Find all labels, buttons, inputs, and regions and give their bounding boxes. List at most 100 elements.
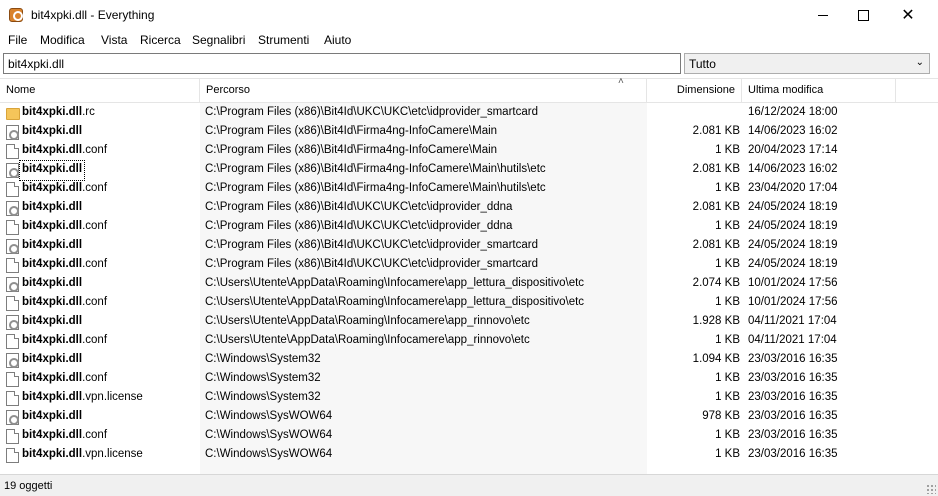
file-size	[647, 104, 740, 123]
file-modified: 23/03/2016 16:35	[748, 391, 838, 403]
menu-strumenti[interactable]: Strumenti	[258, 31, 309, 47]
file-name-match: bit4xpki.dll	[22, 144, 83, 156]
file-modified: 24/05/2024 18:19	[748, 201, 838, 213]
dll-icon	[6, 125, 19, 140]
file-name-match: bit4xpki.dll	[22, 125, 83, 137]
file-name-extension: .conf	[82, 144, 108, 156]
file-name: bit4xpki.dll.conf	[22, 180, 107, 199]
file-modified: 23/03/2016 16:35	[748, 429, 838, 441]
file-name: bit4xpki.dll	[22, 237, 82, 256]
result-row[interactable]: bit4xpki.dll.conf C:\Program Files (x86)\…	[0, 180, 938, 199]
file-size: 2.074 KB	[692, 277, 740, 289]
file-name-extension: .conf	[82, 429, 108, 441]
column-header-modified[interactable]: Ultima modifica	[742, 79, 896, 103]
search-row: Tutto ⌄	[0, 51, 938, 77]
menu-aiuto[interactable]: Aiuto	[324, 31, 351, 47]
file-name: bit4xpki.dll	[22, 351, 82, 370]
file-name: bit4xpki.dll.conf	[22, 142, 107, 161]
column-header-size[interactable]: Dimensione	[647, 79, 742, 103]
file-modified: 10/01/2024 17:56	[748, 296, 838, 308]
close-button[interactable]: ✕	[885, 0, 931, 31]
column-header-path[interactable]: Percorso ˄	[200, 76, 647, 103]
file-name: bit4xpki.dll.conf	[22, 427, 107, 446]
file-name: bit4xpki.dll	[22, 123, 82, 142]
result-row[interactable]: bit4xpki.dll.vpn.license C:\Windows\Syste…	[0, 389, 938, 408]
result-row[interactable]: bit4xpki.dll C:\Users\Utente\AppData\Roam…	[0, 275, 938, 294]
column-header-name[interactable]: Nome	[0, 79, 200, 103]
file-path: C:\Users\Utente\AppData\Roaming\Infocame…	[205, 315, 530, 327]
file-name-match: bit4xpki.dll	[22, 334, 83, 346]
close-icon: ✕	[901, 6, 915, 24]
file-size: 1 KB	[715, 220, 740, 232]
menu-file[interactable]: File	[8, 31, 27, 47]
file-name-extension: .rc	[82, 106, 95, 118]
file-name: bit4xpki.dll	[22, 199, 82, 218]
file-name-match: bit4xpki.dll	[22, 201, 83, 213]
menu-vista[interactable]: Vista	[101, 31, 127, 47]
file-icon	[6, 296, 19, 311]
file-name-match: bit4xpki.dll	[22, 106, 83, 118]
result-row[interactable]: bit4xpki.dll.conf C:\Program Files (x86)\…	[0, 218, 938, 237]
file-name-extension: .vpn.license	[82, 391, 143, 403]
menu-modifica[interactable]: Modifica	[40, 31, 85, 47]
menu-segnalibri[interactable]: Segnalibri	[192, 31, 245, 47]
result-row[interactable]: bit4xpki.dll.rc C:\Program Files (x86)\Bi…	[0, 104, 938, 123]
file-name: bit4xpki.dll.conf	[22, 370, 107, 389]
file-path: C:\Windows\SysWOW64	[205, 410, 333, 422]
result-row[interactable]: bit4xpki.dll C:\Windows\System32 1.094 KB 2…	[0, 351, 938, 370]
status-bar: 19 oggetti	[0, 474, 938, 496]
filter-dropdown[interactable]: Tutto ⌄	[684, 53, 930, 74]
file-name: bit4xpki.dll.conf	[22, 332, 107, 351]
file-path: C:\Program Files (x86)\Bit4Id\Firma4ng-I…	[205, 125, 498, 137]
dll-icon	[6, 410, 19, 425]
file-name-match: bit4xpki.dll	[22, 353, 83, 365]
file-modified: 10/01/2024 17:56	[748, 277, 838, 289]
result-row[interactable]: bit4xpki.dll.conf C:\Users\Utente\AppData…	[0, 294, 938, 313]
result-row[interactable]: bit4xpki.dll C:\Program Files (x86)\Bit4I…	[0, 199, 938, 218]
result-row[interactable]: bit4xpki.dll.conf C:\Windows\System32 1 KB…	[0, 370, 938, 389]
filter-selected-value: Tutto	[689, 57, 716, 71]
file-name: bit4xpki.dll.conf	[22, 218, 107, 237]
file-name-match: bit4xpki.dll	[22, 182, 83, 194]
resize-grip-icon[interactable]	[926, 484, 936, 494]
file-path: C:\Program Files (x86)\Bit4Id\UKC\UKC\et…	[205, 201, 513, 213]
file-modified: 23/03/2016 16:35	[748, 410, 838, 422]
file-name-match: bit4xpki.dll	[22, 258, 83, 270]
result-row[interactable]: bit4xpki.dll.conf C:\Program Files (x86)\…	[0, 142, 938, 161]
file-size: 1 KB	[715, 372, 740, 384]
file-name-extension: .conf	[82, 220, 108, 232]
dll-icon	[6, 277, 19, 292]
result-row[interactable]: bit4xpki.dll C:\Program Files (x86)\Bit4I…	[0, 123, 938, 142]
result-row[interactable]: bit4xpki.dll.conf C:\Program Files (x86)\…	[0, 256, 938, 275]
file-name: bit4xpki.dll.vpn.license	[22, 389, 143, 408]
file-name-extension: .conf	[82, 372, 108, 384]
file-size: 1 KB	[715, 296, 740, 308]
file-icon	[6, 372, 19, 387]
file-name-match: bit4xpki.dll	[22, 391, 83, 403]
result-row[interactable]: bit4xpki.dll.vpn.license C:\Windows\SysWO…	[0, 446, 938, 465]
menu-ricerca[interactable]: Ricerca	[140, 31, 181, 47]
result-row[interactable]: bit4xpki.dll C:\Users\Utente\AppData\Roam…	[0, 313, 938, 332]
file-size: 2.081 KB	[692, 163, 740, 175]
title-bar[interactable]: bit4xpki.dll - Everything ✕	[0, 0, 938, 31]
file-modified: 24/05/2024 18:19	[748, 258, 838, 270]
dll-icon	[6, 201, 19, 216]
results-list[interactable]: Nome Percorso ˄ Dimensione Ultima modifi…	[0, 76, 938, 475]
result-row[interactable]: bit4xpki.dll C:\Windows\SysWOW64 978 KB 23/…	[0, 408, 938, 427]
file-name-match: bit4xpki.dll	[22, 448, 83, 460]
folder-icon	[6, 108, 20, 120]
file-size: 1 KB	[715, 391, 740, 403]
file-name-match: bit4xpki.dll	[22, 410, 83, 422]
file-name-match: bit4xpki.dll	[22, 429, 83, 441]
result-row[interactable]: bit4xpki.dll.conf C:\Windows\SysWOW64 1 KB…	[0, 427, 938, 446]
search-input[interactable]	[3, 53, 681, 74]
file-modified: 20/04/2023 17:14	[748, 144, 838, 156]
result-row[interactable]: bit4xpki.dll C:\Program Files (x86)\Bit4I…	[0, 237, 938, 256]
file-name: bit4xpki.dll	[22, 275, 82, 294]
file-icon	[6, 448, 19, 463]
file-modified: 04/11/2021 17:04	[748, 334, 837, 346]
result-row[interactable]: bit4xpki.dll C:\Program Files (x86)\Bit4I…	[0, 160, 938, 181]
result-row[interactable]: bit4xpki.dll.conf C:\Users\Utente\AppData…	[0, 332, 938, 351]
maximize-button[interactable]	[840, 0, 886, 31]
file-size: 1.094 KB	[692, 353, 740, 365]
